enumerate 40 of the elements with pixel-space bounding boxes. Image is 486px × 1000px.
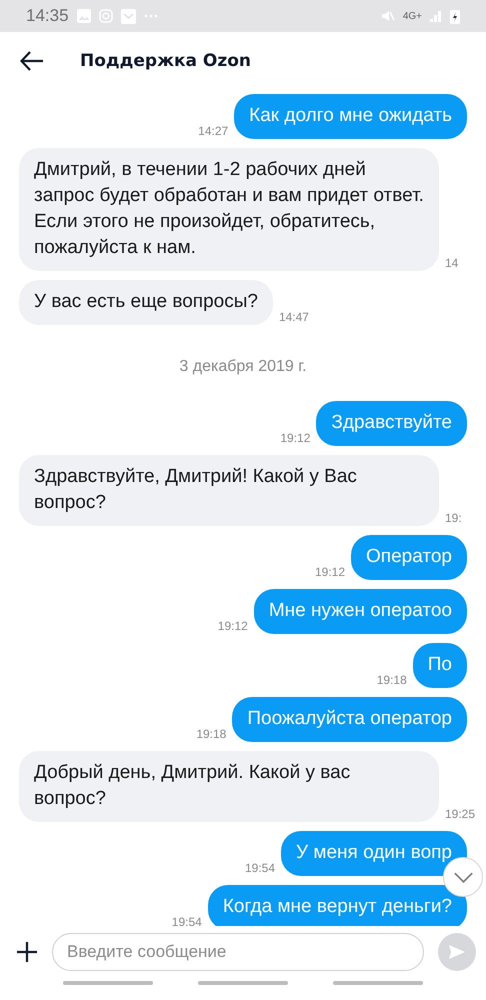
send-icon (448, 944, 466, 960)
chevron-down-icon (454, 872, 472, 882)
message-time: 19:12 (314, 565, 346, 580)
chat-title: Поддержка Ozon (80, 51, 252, 71)
mail-icon (120, 8, 136, 24)
network-label: 4G+ (402, 10, 422, 22)
camera-icon (98, 9, 113, 23)
message-time: 19:25 (445, 807, 476, 822)
attach-button[interactable] (16, 941, 38, 963)
gallery-icon (76, 9, 91, 23)
battery-icon (450, 8, 460, 24)
message-time: 19: (445, 511, 462, 526)
received-message: Дмитрий, в течении 1-2 рабочих дней запрос будет обработан и вам придет ответ. Если этого не произойдет, обратитесь, пожалуйста к нам. (19, 148, 439, 271)
plus-icon (16, 941, 38, 963)
sent-message: Здравствуйте (316, 401, 467, 446)
received-message: У вас есть еще вопросы? (19, 280, 273, 325)
received-message: Добрый день, Дмитрий. Какой у вас вопрос? (19, 751, 439, 822)
message-time: 19:12 (218, 619, 248, 634)
received-message: Здравствуйте, Дмитрий! Какой у Вас вопрос? (19, 455, 439, 526)
message-time: 19:54 (172, 915, 202, 926)
sent-message: Когда мне вернут деньги? (208, 885, 467, 926)
message-time: 19:54 (245, 861, 276, 876)
sent-message: Как долго мне ожидать (234, 94, 467, 139)
sent-message: Мне нужен оператоо (254, 589, 467, 634)
message-time: 14:47 (278, 310, 309, 325)
message-time: 19:18 (196, 727, 226, 742)
message-time: 19:12 (280, 431, 310, 446)
status-time: 14:35 (26, 6, 69, 26)
message-time: 19:18 (376, 673, 407, 688)
sent-message: Оператор (351, 535, 467, 580)
message-time: 14 (445, 256, 458, 271)
message-input[interactable]: Введите сообщение (52, 933, 424, 971)
mute-icon (380, 9, 395, 23)
signal-icon (430, 10, 442, 22)
message-time: 14:27 (198, 124, 228, 139)
sent-message: У меня один вопр (281, 831, 467, 876)
sent-message: Поожалуйста оператор (232, 697, 467, 742)
date-separator: 3 декабря 2019 г. (179, 358, 307, 375)
sent-message: По (412, 643, 467, 688)
back-arrow-icon[interactable] (20, 51, 44, 71)
